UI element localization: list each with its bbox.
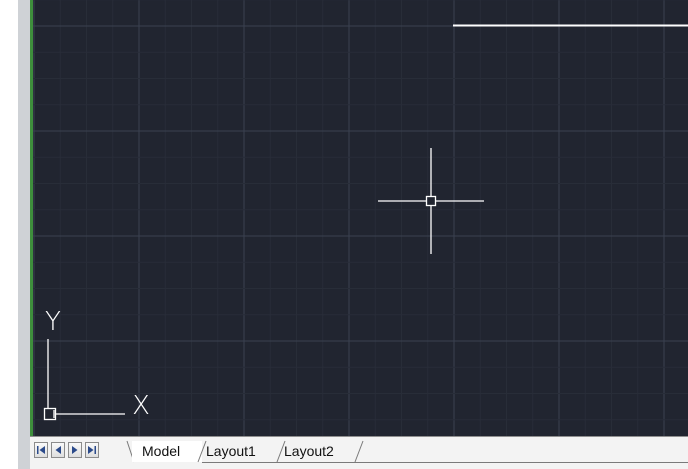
tab-layout1[interactable]: Layout1 (206, 441, 256, 462)
layout-tab-bar: Model Layout1 Layout2 (30, 436, 688, 469)
ucs-y-label: Y (45, 307, 61, 337)
cad-window: Y X Model Layout1 Layout2 (0, 0, 688, 469)
grid (30, 0, 688, 436)
tab-model[interactable]: Model (132, 441, 202, 462)
first-icon (37, 446, 45, 454)
next-icon (72, 446, 78, 454)
canvas-left-edge (30, 0, 33, 436)
first-tab-button[interactable] (34, 442, 48, 458)
canvas-graphics: Y X (30, 0, 688, 436)
last-tab-button[interactable] (85, 442, 99, 458)
tab-layout2[interactable]: Layout2 (284, 441, 334, 462)
crosshair-cursor (378, 148, 484, 254)
ucs-x-label: X (132, 391, 150, 421)
previous-tab-button[interactable] (51, 442, 65, 458)
left-frame (18, 0, 30, 469)
tab-baseline (202, 462, 688, 463)
last-icon (88, 446, 96, 454)
next-tab-button[interactable] (68, 442, 82, 458)
drawing-canvas[interactable]: Y X (30, 0, 688, 436)
tab-divider (354, 440, 364, 463)
previous-icon (55, 446, 61, 454)
